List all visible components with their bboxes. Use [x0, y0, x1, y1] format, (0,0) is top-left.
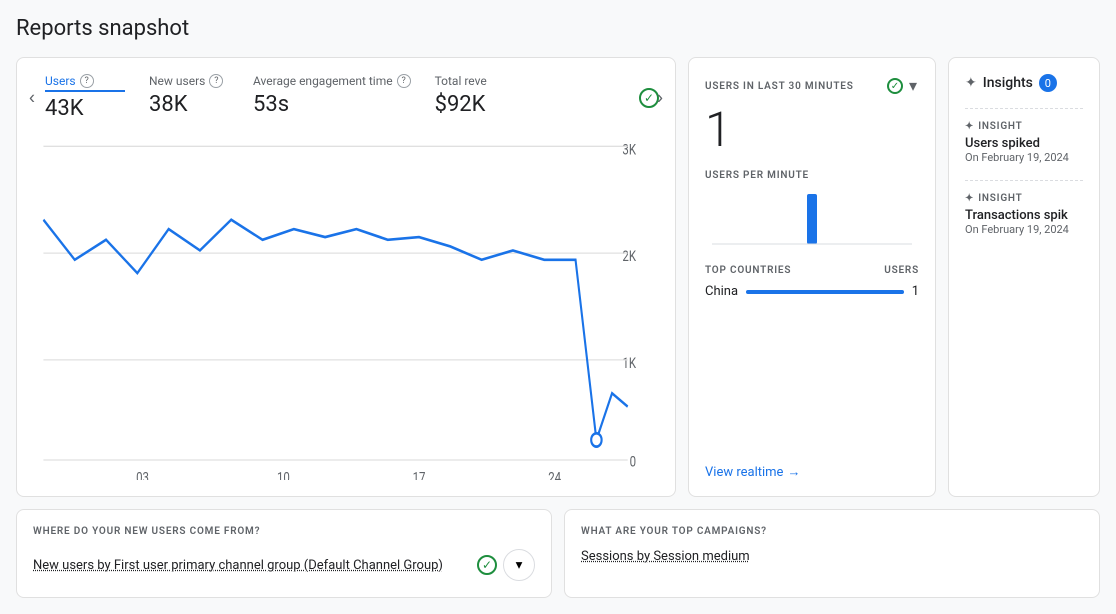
bottom-card-left: WHERE DO YOUR NEW USERS COME FROM? New u… [16, 509, 552, 598]
country-bar-wrap [746, 290, 904, 294]
realtime-dropdown-button[interactable]: ▾ [907, 74, 919, 98]
country-value: 1 [912, 284, 919, 299]
svg-text:3K: 3K [622, 142, 636, 159]
realtime-controls: ✓ ▾ [887, 74, 919, 98]
svg-text:2K: 2K [622, 249, 636, 266]
metric-total-revenue-label: Total reve [435, 74, 515, 88]
left-dropdown-button[interactable]: ▾ [503, 549, 535, 581]
bar-chart-area [705, 189, 919, 249]
bottom-grid: WHERE DO YOUR NEW USERS COME FROM? New u… [16, 509, 1100, 598]
country-bar [746, 290, 904, 294]
metric-total-revenue: Total reve $92K [435, 74, 515, 121]
insight-item-1: ✦ INSIGHT Users spiked On February 19, 2… [965, 121, 1083, 164]
users-col-label: USERS [884, 265, 919, 276]
realtime-card: USERS IN LAST 30 MINUTES ✓ ▾ 1 USERS PER… [688, 57, 936, 497]
bottom-card-left-title: WHERE DO YOUR NEW USERS COME FROM? [33, 526, 535, 537]
metrics-list: Users ? 43K New users ? 38K [45, 74, 659, 121]
svg-text:1K: 1K [622, 356, 636, 373]
countries-header: TOP COUNTRIES USERS [705, 265, 919, 276]
svg-text:10: 10 [277, 470, 290, 480]
chart-area: 3K 2K 1K 0 03 Mar [33, 133, 659, 480]
insight-text-2: Transactions spik [965, 208, 1083, 223]
insights-panel: ✦ Insights 0 ✦ INSIGHT Users spiked On F… [948, 57, 1100, 497]
page-title: Reports snapshot [16, 16, 1100, 41]
insight-item-2: ✦ INSIGHT Transactions spik On February … [965, 193, 1083, 236]
svg-text:17: 17 [413, 470, 426, 480]
insight-label-1: ✦ INSIGHT [965, 121, 1083, 132]
insights-trend-icon: ✦ [965, 75, 977, 91]
country-name: China [705, 284, 738, 299]
right-selector-text[interactable]: Sessions by Session medium [581, 549, 750, 564]
page-container: Reports snapshot ‹ Users ? 43K [0, 0, 1116, 614]
realtime-users-count: 1 [705, 106, 919, 154]
country-row: China 1 [705, 280, 919, 303]
svg-text:24: 24 [548, 470, 561, 480]
divider-2 [965, 180, 1083, 181]
bar-chart-svg [705, 189, 919, 249]
metric-users-value: 43K [45, 96, 125, 121]
main-grid: ‹ Users ? 43K New users ? [16, 57, 1100, 497]
divider-1 [965, 108, 1083, 109]
insights-header: ✦ Insights 0 [965, 74, 1083, 92]
realtime-title: USERS IN LAST 30 MINUTES [705, 81, 854, 92]
new-users-help-icon[interactable]: ? [209, 74, 223, 88]
chart-svg: 3K 2K 1K 0 03 Mar [33, 133, 659, 480]
realtime-header: USERS IN LAST 30 MINUTES ✓ ▾ [705, 74, 919, 98]
bottom-card-right-selector: Sessions by Session medium [581, 549, 1083, 564]
top-countries-col-label: TOP COUNTRIES [705, 265, 791, 276]
metric-users-label: Users ? [45, 74, 125, 92]
insight-star-icon-2: ✦ [965, 193, 974, 204]
bottom-card-right-title: WHAT ARE YOUR TOP CAMPAIGNS? [581, 526, 1083, 537]
left-selector-text[interactable]: New users by First user primary channel … [33, 558, 443, 573]
bottom-card-right: WHAT ARE YOUR TOP CAMPAIGNS? Sessions by… [564, 509, 1100, 598]
insight-star-icon-1: ✦ [965, 121, 974, 132]
left-check-icon: ✓ [477, 555, 497, 575]
realtime-check-icon: ✓ [887, 78, 903, 94]
metric-new-users-label: New users ? [149, 74, 229, 88]
metric-avg-engagement: Average engagement time ? 53s [253, 74, 411, 121]
metric-new-users-value: 38K [149, 92, 229, 117]
insights-title: Insights [983, 75, 1033, 91]
metric-total-revenue-value: $92K [435, 92, 515, 117]
users-help-icon[interactable]: ? [80, 74, 94, 88]
svg-text:0: 0 [630, 454, 636, 471]
metrics-card: ‹ Users ? 43K New users ? [16, 57, 676, 497]
insight-date-2: On February 19, 2024 [965, 223, 1083, 236]
users-per-minute-label: USERS PER MINUTE [705, 170, 919, 181]
metrics-header: ‹ Users ? 43K New users ? [33, 74, 659, 121]
insight-date-1: On February 19, 2024 [965, 151, 1083, 164]
metric-users: Users ? 43K [45, 74, 125, 121]
metric-avg-engagement-value: 53s [253, 92, 411, 117]
insights-badge: 0 [1039, 74, 1057, 92]
next-metric-button[interactable]: › [653, 83, 667, 112]
metric-avg-engagement-label: Average engagement time ? [253, 74, 411, 88]
bottom-card-left-selector: New users by First user primary channel … [33, 549, 535, 581]
insight-label-2: ✦ INSIGHT [965, 193, 1083, 204]
insight-text-1: Users spiked [965, 136, 1083, 151]
prev-metric-button[interactable]: ‹ [25, 83, 39, 112]
avg-engagement-help-icon[interactable]: ? [397, 74, 411, 88]
metric-new-users: New users ? 38K [149, 74, 229, 121]
svg-text:03: 03 [136, 470, 149, 480]
view-realtime-link[interactable]: View realtime → [705, 464, 919, 480]
